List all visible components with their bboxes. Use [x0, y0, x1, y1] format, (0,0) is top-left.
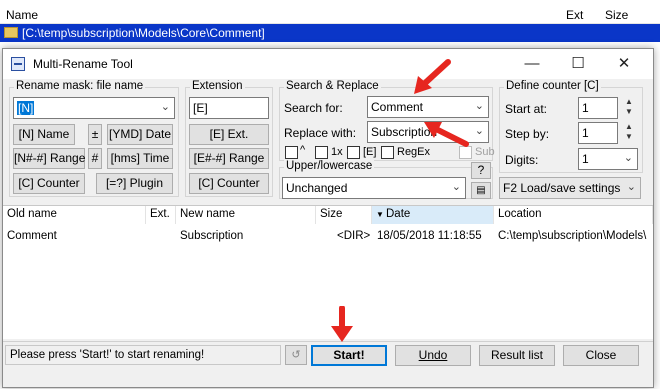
search-replace-title: Search & Replace [284, 80, 381, 92]
load-save-settings[interactable]: F2 Load/save settings ⌄ [499, 177, 641, 199]
status-text: Please press 'Start!' to start renaming! [5, 345, 281, 365]
row-location: C:\temp\subscription\Models\ [498, 230, 647, 242]
action-bar: Please press 'Start!' to start renaming!… [3, 341, 653, 387]
digits-value: 1 [582, 152, 589, 166]
header-ext[interactable]: Ext. [146, 206, 176, 224]
plus-minus-button[interactable]: ± [88, 124, 102, 145]
rename-mask-value: [N] [17, 101, 35, 115]
digits-select[interactable]: 1 ⌄ [578, 148, 638, 170]
upper-lower-title: Upper/lowercase [284, 160, 375, 172]
help-button[interactable]: ? [471, 162, 491, 179]
extension-input[interactable]: [E] [189, 97, 269, 119]
annotation-arrow-start [331, 306, 353, 342]
search-for-value: Comment [371, 100, 424, 114]
result-list-button[interactable]: Result list [479, 345, 555, 366]
extension-value: [E] [193, 101, 208, 115]
start-at-value: 1 [582, 101, 589, 115]
chevron-down-icon[interactable]: ⌄ [624, 151, 633, 164]
close-button[interactable]: Close [563, 345, 639, 366]
selected-folder-row[interactable]: [C:\temp\subscription\Models\Core\Commen… [0, 24, 660, 42]
once-label: 1x [331, 146, 343, 158]
case-checkbox[interactable] [285, 146, 298, 159]
maximize-icon[interactable]: ☐ [555, 49, 601, 79]
step-spinner[interactable]: ▲ ▼ [623, 122, 635, 142]
counter-button[interactable]: [C] Counter [13, 173, 85, 194]
name-button[interactable]: [N] Name [13, 124, 75, 145]
minimize-icon[interactable]: — [509, 49, 555, 79]
subst-label: Sub [475, 146, 495, 158]
row-old-name[interactable]: Comment [7, 230, 57, 242]
start-button[interactable]: Start! [311, 345, 387, 366]
dialog-title: Multi-Rename Tool [33, 57, 133, 71]
annotation-arrow-replace [424, 122, 469, 147]
start-at-label: Start at: [505, 102, 548, 116]
start-spinner[interactable]: ▲ ▼ [623, 97, 635, 117]
step-by-label: Step by: [505, 127, 550, 141]
column-name[interactable]: Name [6, 8, 38, 22]
extension-title: Extension [190, 80, 245, 92]
step-by-input[interactable]: 1 [578, 122, 618, 144]
range-button[interactable]: [N#-#] Range [13, 148, 85, 169]
chevron-down-icon[interactable]: ⌄ [452, 180, 461, 193]
notepad-icon[interactable]: ▤ [471, 182, 491, 199]
search-for-input[interactable]: Comment ⌄ [367, 96, 489, 118]
file-list-header: Name Ext Size [0, 0, 660, 24]
column-ext[interactable]: Ext [566, 8, 583, 22]
case-select[interactable]: Unchanged ⌄ [282, 177, 466, 199]
selected-path: [C:\temp\subscription\Models\Core\Commen… [22, 26, 265, 40]
header-new-name[interactable]: New name [176, 206, 316, 224]
time-button[interactable]: [hms] Time [107, 148, 173, 169]
case-label: ^ [300, 144, 306, 156]
ext-checkbox[interactable] [347, 146, 360, 159]
date-button[interactable]: [YMD] Date [107, 124, 173, 145]
app-icon [11, 57, 25, 71]
hash-button[interactable]: # [88, 148, 102, 169]
sort-down-icon: ▼ [376, 210, 384, 219]
column-size[interactable]: Size [605, 8, 628, 22]
row-new-name: Subscription [180, 230, 244, 242]
step-by-value: 1 [582, 126, 589, 140]
row-date: 18/05/2018 11:18:55 [377, 230, 482, 242]
once-checkbox[interactable] [315, 146, 328, 159]
plugin-button[interactable]: [=?] Plugin [96, 173, 173, 194]
case-value: Unchanged [286, 181, 348, 195]
ext-range-button[interactable]: [E#-#] Range [189, 148, 269, 169]
close-icon[interactable]: ✕ [601, 49, 647, 79]
load-save-label: F2 Load/save settings [503, 181, 621, 195]
ext-option-label: [E] [363, 146, 377, 158]
rename-mask-input[interactable]: [N] ⌄ [13, 97, 175, 119]
search-for-label: Search for: [284, 101, 343, 115]
chevron-down-icon[interactable]: ⌄ [475, 99, 484, 112]
start-at-input[interactable]: 1 [578, 97, 618, 119]
replace-with-label: Replace with: [284, 126, 357, 140]
regex-checkbox[interactable] [381, 146, 394, 159]
ext-counter-button[interactable]: [C] Counter [189, 173, 269, 194]
header-date[interactable]: Date [372, 206, 494, 224]
counter-title: Define counter [C] [504, 80, 601, 92]
undo-button[interactable]: Undo [395, 345, 471, 366]
rename-mask-title: Rename mask: file name [14, 80, 146, 92]
chevron-down-icon[interactable]: ⌄ [475, 124, 484, 137]
folder-icon [4, 27, 18, 38]
row-size: <DIR> [337, 230, 371, 242]
header-location[interactable]: Location [494, 206, 653, 224]
chevron-down-icon[interactable]: ⌄ [161, 100, 170, 113]
header-old-name[interactable]: Old name [3, 206, 146, 224]
ext-button[interactable]: [E] Ext. [189, 124, 269, 145]
header-size[interactable]: Size [316, 206, 372, 224]
annotation-arrow-search [414, 59, 451, 94]
digits-label: Digits: [505, 153, 539, 167]
restore-icon[interactable]: ↺ [285, 345, 307, 365]
chevron-down-icon[interactable]: ⌄ [627, 180, 636, 193]
title-bar: Multi-Rename Tool — ☐ ✕ [3, 49, 653, 79]
